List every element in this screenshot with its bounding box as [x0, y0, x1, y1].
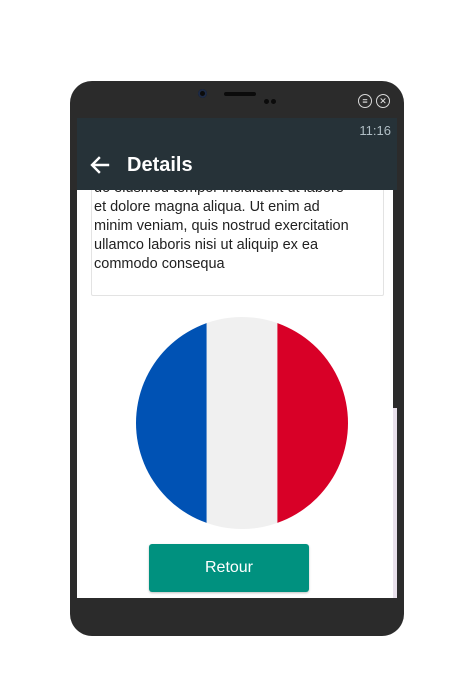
flag-stripe-blue — [136, 317, 207, 529]
app-bar: Details — [77, 142, 397, 190]
return-button[interactable]: Retour — [149, 544, 309, 592]
back-button[interactable] — [87, 152, 113, 178]
description-line: commodo consequa — [94, 256, 225, 272]
arrow-left-icon — [90, 156, 110, 174]
content-area: do eiusmod tempor incididunt ut labore e… — [77, 190, 397, 598]
sensor-dots — [264, 91, 278, 104]
description-line: ullamco laboris nisi ut aliquip ex ea — [94, 237, 319, 253]
description-card: do eiusmod tempor incididunt ut labore e… — [91, 190, 384, 296]
close-icon[interactable]: ✕ — [376, 94, 390, 108]
speaker-grille — [224, 92, 256, 96]
camera-icon — [198, 89, 207, 98]
description-line: do eiusmod tempor incididunt ut labore — [92, 190, 383, 198]
description-line: et dolore magna aliqua. Ut enim ad — [94, 199, 320, 215]
france-flag-image — [136, 317, 348, 529]
description-line: minim veniam, quis nostrud exercitation — [94, 218, 349, 234]
stage: ≡ ✕ 11:16 Details do eiusmod tempor inci… — [0, 0, 456, 687]
device-frame: ≡ ✕ 11:16 Details do eiusmod tempor inci… — [70, 81, 404, 636]
flag-stripe-red — [277, 317, 348, 529]
menu-icon[interactable]: ≡ — [358, 94, 372, 108]
scrollbar-thumb[interactable] — [393, 190, 397, 408]
flag-stripe-white — [206, 317, 278, 529]
status-time: 11:16 — [359, 123, 391, 138]
status-bar: 11:16 — [77, 118, 397, 142]
page-title: Details — [127, 154, 193, 176]
screen: 11:16 Details do eiusmod tempor incididu… — [77, 118, 397, 598]
